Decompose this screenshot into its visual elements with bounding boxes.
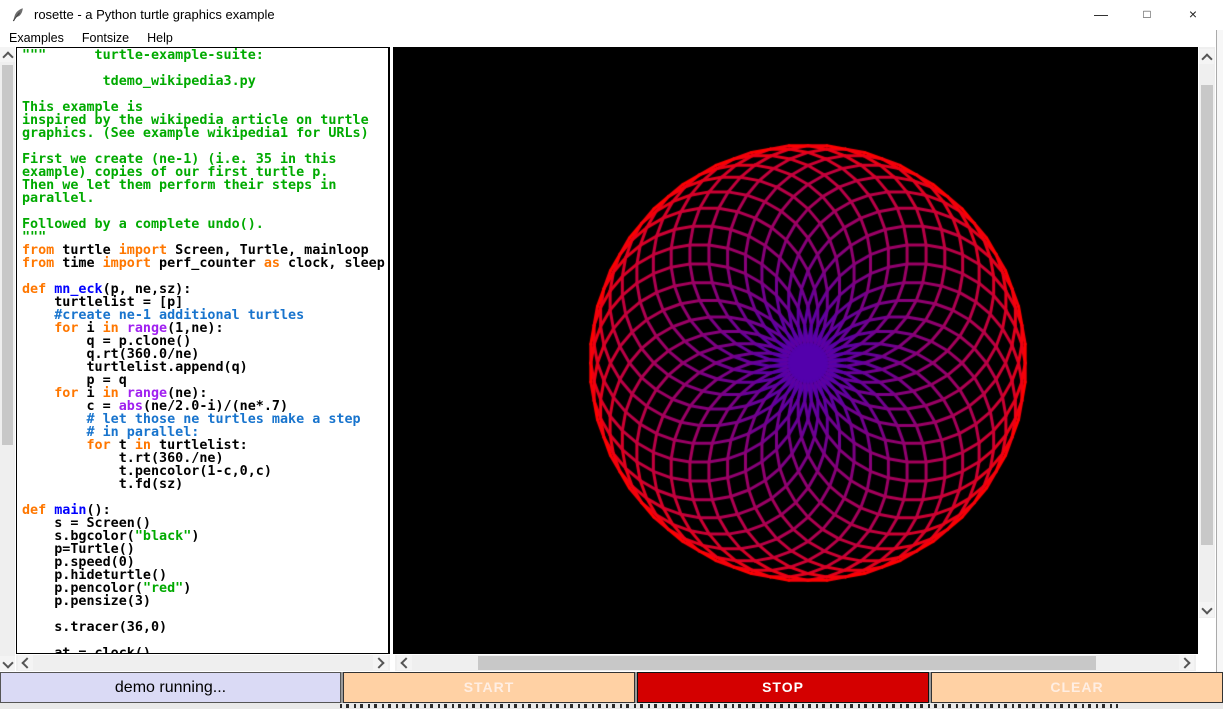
menu-help[interactable]: Help <box>138 30 182 47</box>
code-line: t.fd(sz) <box>22 478 388 491</box>
code-vscroll-thumb[interactable] <box>2 65 13 445</box>
titlebar: rosette - a Python turtle graphics examp… <box>0 0 1223 30</box>
scroll-left-icon[interactable] <box>18 655 33 670</box>
menu-examples[interactable]: Examples <box>0 30 73 47</box>
code-line: s.tracer(36,0) <box>22 621 388 634</box>
scroll-left-icon[interactable] <box>397 655 412 670</box>
code-vertical-scrollbar[interactable] <box>0 47 15 671</box>
code-line: at = clock() <box>22 647 388 654</box>
scroll-up-icon[interactable] <box>1199 49 1214 64</box>
canvas-hscroll-thumb[interactable] <box>478 656 1096 670</box>
start-button[interactable]: START <box>343 672 635 703</box>
close-button[interactable]: × <box>1170 0 1216 30</box>
scroll-right-icon[interactable] <box>373 655 388 670</box>
canvas-vscroll-thumb[interactable] <box>1201 85 1213 545</box>
canvas-vertical-scrollbar[interactable] <box>1199 47 1215 618</box>
code-line: Followed by a complete undo(). <box>22 218 388 231</box>
scroll-right-icon[interactable] <box>1179 655 1194 670</box>
clipped-text-marks <box>340 704 1118 708</box>
status-message: demo running... <box>0 672 341 703</box>
scroll-down-icon[interactable] <box>1199 602 1214 617</box>
stop-button[interactable]: STOP <box>637 672 929 703</box>
canvas-horizontal-scrollbar[interactable] <box>395 655 1196 671</box>
code-line: """ turtle-example-suite: <box>22 49 388 62</box>
maximize-button[interactable]: □ <box>1124 0 1170 30</box>
turtle-canvas-frame <box>393 47 1198 654</box>
app-window: rosette - a Python turtle graphics examp… <box>0 0 1223 709</box>
code-line: parallel. <box>22 192 388 205</box>
turtle-canvas <box>395 49 1196 652</box>
demo-buttons: STARTSTOPCLEAR <box>343 672 1223 703</box>
clear-button[interactable]: CLEAR <box>931 672 1223 703</box>
code-line: from time import perf_counter as clock, … <box>22 257 388 270</box>
scroll-up-icon[interactable] <box>0 47 15 62</box>
background-window-sliver <box>0 703 1223 709</box>
minimize-button[interactable]: — <box>1078 0 1124 30</box>
tk-feather-icon <box>10 7 26 23</box>
menu-fontsize[interactable]: Fontsize <box>73 30 138 47</box>
background-window-edge <box>1216 30 1223 672</box>
menubar: ExamplesFontsizeHelp <box>0 30 1223 47</box>
window-controls: — □ × <box>1078 0 1216 30</box>
code-editor[interactable]: """ turtle-example-suite: tdemo_wikipedi… <box>16 47 390 654</box>
code-line: tdemo_wikipedia3.py <box>22 75 388 88</box>
scroll-down-icon[interactable] <box>0 656 15 671</box>
window-title: rosette - a Python turtle graphics examp… <box>34 0 275 30</box>
code-line: graphics. (See example wikipedia1 for UR… <box>22 127 388 140</box>
control-bar: demo running... STARTSTOPCLEAR <box>0 672 1223 703</box>
code-horizontal-scrollbar[interactable] <box>16 655 390 671</box>
code-line: p.pensize(3) <box>22 595 388 608</box>
